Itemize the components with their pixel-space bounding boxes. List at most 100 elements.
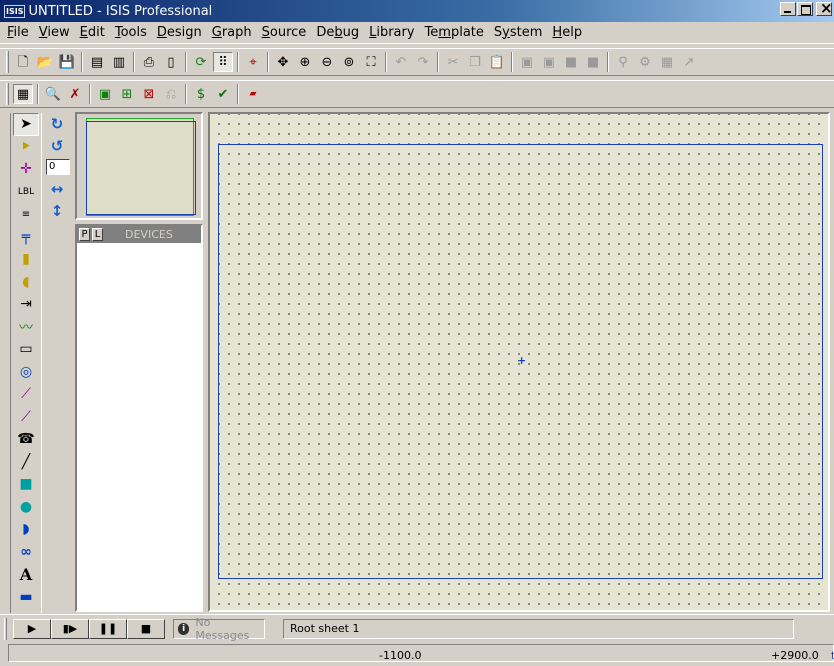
stop-icon[interactable]: ■ [127, 618, 165, 639]
refresh-icon[interactable]: ⟳ [191, 52, 211, 72]
copy-icon[interactable]: ❐ [465, 52, 485, 72]
pan-icon[interactable]: ✥ [273, 52, 293, 72]
box-icon[interactable]: ■ [13, 473, 39, 496]
schematic-canvas[interactable]: + [208, 112, 830, 612]
menu-design[interactable]: Design [152, 23, 207, 43]
paste-icon[interactable]: 📋 [487, 52, 507, 72]
line-icon[interactable]: ╱ [13, 451, 39, 474]
new-sheet-icon[interactable]: ⊞ [117, 84, 137, 104]
generator-icon[interactable]: ◎ [13, 361, 39, 384]
new-file-icon[interactable]: 🗋 [13, 52, 33, 72]
text-script-icon[interactable]: ≡ [13, 203, 39, 226]
print-area-icon[interactable]: ▯ [161, 52, 181, 72]
minimize-icon[interactable] [780, 2, 796, 16]
menu-source[interactable]: Source [257, 23, 312, 43]
path-icon[interactable]: ∞ [13, 541, 39, 564]
component-mode-icon[interactable]: ⯈ [13, 136, 39, 159]
zoom-in-icon[interactable]: ⊕ [295, 52, 315, 72]
graph-icon[interactable]: 〰 [13, 316, 39, 339]
device-selector: P L DEVICES [75, 224, 203, 612]
overview-window[interactable] [75, 112, 203, 220]
tag-icon[interactable]: ✗ [65, 84, 85, 104]
device-pins-icon[interactable]: ⇥ [13, 293, 39, 316]
menu-view[interactable]: View [34, 23, 75, 43]
current-probe-icon[interactable]: ⟋ [13, 406, 39, 429]
import-section-icon[interactable]: ▤ [87, 52, 107, 72]
property-assignment-icon[interactable]: ▦ [13, 84, 33, 104]
netlist-icon[interactable]: ▣ [95, 84, 115, 104]
rotate-anticlockwise-icon[interactable]: ↺ [44, 135, 70, 157]
text-icon[interactable]: A [13, 563, 39, 586]
rotation-angle-field[interactable]: 0 [46, 159, 70, 175]
circle-icon[interactable]: ● [13, 496, 39, 519]
mirror-horizontal-icon[interactable]: ↔ [44, 178, 70, 200]
open-file-icon[interactable]: 📂 [35, 52, 55, 72]
menu-edit[interactable]: Edit [75, 23, 110, 43]
zoom-all-icon[interactable]: ⊚ [339, 52, 359, 72]
junction-dot-icon[interactable]: ✛ [13, 158, 39, 181]
save-icon[interactable]: 💾 [57, 52, 77, 72]
mirror-vertical-icon[interactable]: ↕ [44, 200, 70, 222]
origin-icon[interactable]: ⌖ [243, 52, 263, 72]
delete-sheet-icon[interactable]: ⊠ [139, 84, 159, 104]
buses-icon[interactable]: ╤ [13, 226, 39, 249]
library-manager-button[interactable]: L [92, 228, 103, 241]
goto-sheet-icon[interactable]: ⎌ [161, 84, 181, 104]
toolbar-separator [237, 84, 239, 104]
toolbar-grip[interactable] [6, 51, 9, 73]
block-copy-icon[interactable]: ▣ [517, 52, 537, 72]
make-device-icon[interactable]: ⚙ [635, 52, 655, 72]
menu-graph[interactable]: Graph [207, 23, 257, 43]
grid-icon[interactable]: ⠿ [213, 52, 233, 72]
device-list[interactable] [77, 243, 201, 610]
print-icon[interactable]: ⎙ [139, 52, 159, 72]
toolbar-separator [607, 52, 609, 72]
toolbar-grip[interactable] [4, 617, 7, 640]
arc-icon[interactable]: ◗ [13, 518, 39, 541]
toolbar-separator [185, 52, 187, 72]
menu-tools[interactable]: Tools [110, 23, 152, 43]
menu-library[interactable]: Library [364, 23, 419, 43]
rotate-clockwise-icon[interactable]: ↻ [44, 113, 70, 135]
zoom-area-icon[interactable]: ⛶ [361, 52, 381, 72]
selection-mode-icon[interactable]: ➤ [13, 113, 39, 136]
pause-icon[interactable]: ❚❚ [89, 618, 127, 639]
bill-of-materials-icon[interactable]: $ [191, 84, 211, 104]
close-icon[interactable] [816, 0, 833, 17]
search-icon[interactable]: 🔍 [43, 84, 63, 104]
export-section-icon[interactable]: ▥ [109, 52, 129, 72]
menu-template[interactable]: Template [420, 23, 489, 43]
menu-help[interactable]: Help [547, 23, 587, 43]
zoom-out-icon[interactable]: ⊖ [317, 52, 337, 72]
menu-file[interactable]: File [2, 23, 34, 43]
decompose-icon[interactable]: ▦ [657, 52, 677, 72]
cut-icon[interactable]: ✂ [443, 52, 463, 72]
menu-debug[interactable]: Debug [311, 23, 364, 43]
electrical-rule-check-icon[interactable]: ✔ [213, 84, 233, 104]
window-title: UNTITLED - ISIS Professional [28, 3, 213, 19]
maximize-icon[interactable] [797, 2, 813, 16]
terminals-icon[interactable]: ◖ [13, 271, 39, 294]
pick-devices-button[interactable]: P [79, 228, 90, 241]
messages-panel[interactable]: i No Messages [173, 616, 265, 642]
block-rotate-icon[interactable]: ■ [561, 52, 581, 72]
play-icon[interactable]: ▶ [13, 618, 51, 639]
step-icon[interactable]: ▮▶ [51, 618, 89, 639]
device-selector-header: P L DEVICES [77, 226, 201, 243]
block-move-icon[interactable]: ▣ [539, 52, 559, 72]
wire-autorouter-icon[interactable]: ↗ [679, 52, 699, 72]
toolbar-separator [237, 52, 239, 72]
redo-icon[interactable]: ↷ [413, 52, 433, 72]
menu-system[interactable]: System [489, 23, 548, 43]
symbol-icon[interactable]: ▬ [13, 586, 39, 609]
undo-icon[interactable]: ↶ [391, 52, 411, 72]
netlist-to-ares-icon[interactable]: ▰ [243, 84, 263, 104]
voltage-probe-icon[interactable]: ⟋ [13, 383, 39, 406]
toolbar-grip[interactable] [6, 83, 9, 105]
virtual-instruments-icon[interactable]: ☎ [13, 428, 39, 451]
tape-recorder-icon[interactable]: ▭ [13, 338, 39, 361]
block-delete-icon[interactable]: ■ [583, 52, 603, 72]
wire-label-icon[interactable]: LBL [13, 181, 39, 204]
pick-device-icon[interactable]: ⚲ [613, 52, 633, 72]
subcircuit-icon[interactable]: ▮ [13, 248, 39, 271]
